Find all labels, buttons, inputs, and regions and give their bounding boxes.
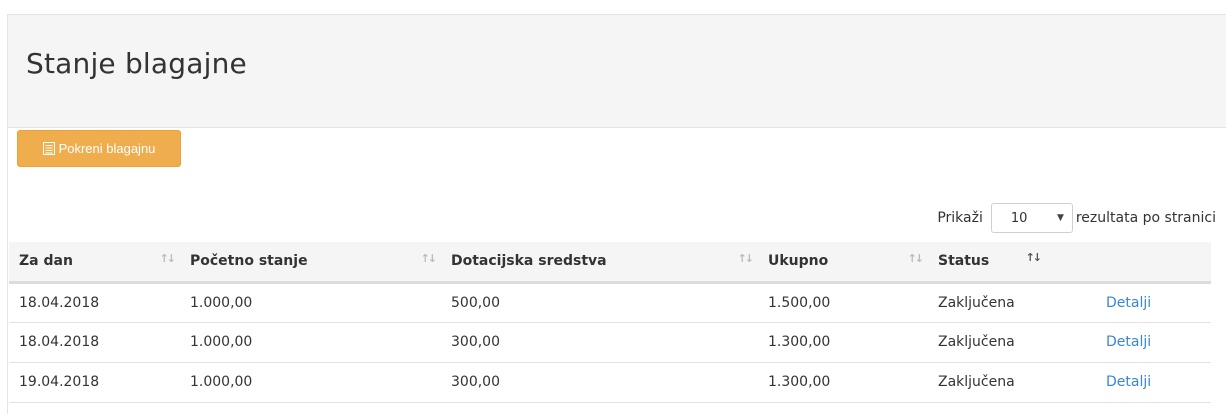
sort-icon: ↑↓ — [420, 252, 438, 265]
details-link[interactable]: Detalji — [1106, 374, 1151, 390]
table-header-row: Za dan ↑↓ Početno stanje ↑↓ Dotacijska sre… — [9, 242, 1211, 284]
sort-active-icon: ↑↓ — [1025, 251, 1043, 265]
column-header-status[interactable]: Status ↑↓ — [928, 242, 1096, 284]
list-icon — [42, 142, 55, 155]
page-length-select[interactable]: 10 ▼ — [990, 203, 1073, 233]
table-row: 18.04.2018 1.000,00 500,00 1.500,00 Zakl… — [9, 282, 1211, 323]
column-header-total[interactable]: Ukupno ↑↓ — [758, 242, 928, 284]
cell-total: 1.300,00 — [758, 322, 928, 363]
cell-grant-funds: 300,00 — [441, 362, 758, 403]
cell-action: Detalji — [1096, 322, 1211, 363]
cell-action: Detalji — [1096, 362, 1211, 403]
start-cash-register-button[interactable]: Pokreni blagajnu — [17, 130, 181, 167]
details-link[interactable]: Detalji — [1106, 334, 1151, 350]
table-row: 18.04.2018 1.000,00 300,00 1.300,00 Zakl… — [9, 322, 1211, 363]
cell-status: Zaključena — [928, 362, 1096, 403]
cell-start-balance: 1.000,00 — [180, 362, 441, 403]
page-header: Stanje blagajne — [8, 15, 1226, 128]
length-prefix: Prikaži — [937, 210, 983, 226]
page-title: Stanje blagajne — [26, 47, 247, 80]
start-cash-register-label: Pokreni blagajnu — [58, 141, 156, 156]
cell-start-balance: 1.000,00 — [180, 282, 441, 323]
column-header-grant-funds[interactable]: Dotacijska sredstva ↑↓ — [441, 242, 758, 284]
cell-grant-funds: 300,00 — [441, 322, 758, 363]
sort-icon: ↑↓ — [159, 252, 177, 265]
page-length-value: 10 — [1010, 210, 1028, 226]
cell-total: 1.500,00 — [758, 282, 928, 323]
chevron-down-icon: ▼ — [1056, 213, 1064, 223]
cash-register-table: Za dan ↑↓ Početno stanje ↑↓ Dotacijska sre… — [9, 242, 1211, 403]
sort-icon: ↑↓ — [907, 252, 925, 265]
cell-start-balance: 1.000,00 — [180, 322, 441, 363]
cell-date: 19.04.2018 — [9, 362, 180, 403]
page-length-control: Prikaži 10 ▼ rezultata po stranici — [937, 203, 1216, 233]
column-header-date[interactable]: Za dan ↑↓ — [9, 242, 180, 284]
cell-action: Detalji — [1096, 282, 1211, 323]
column-header-start-balance[interactable]: Početno stanje ↑↓ — [180, 242, 441, 284]
column-header-actions — [1096, 242, 1211, 284]
cell-status: Zaključena — [928, 322, 1096, 363]
length-suffix: rezultata po stranici — [1075, 210, 1216, 226]
cell-total: 1.300,00 — [758, 362, 928, 403]
table-row: 19.04.2018 1.000,00 300,00 1.300,00 Zakl… — [9, 362, 1211, 403]
cell-date: 18.04.2018 — [9, 322, 180, 363]
cell-status: Zaključena — [928, 282, 1096, 323]
sort-icon: ↑↓ — [737, 252, 755, 265]
cell-date: 18.04.2018 — [9, 282, 180, 323]
cell-grant-funds: 500,00 — [441, 282, 758, 323]
details-link[interactable]: Detalji — [1106, 295, 1151, 311]
